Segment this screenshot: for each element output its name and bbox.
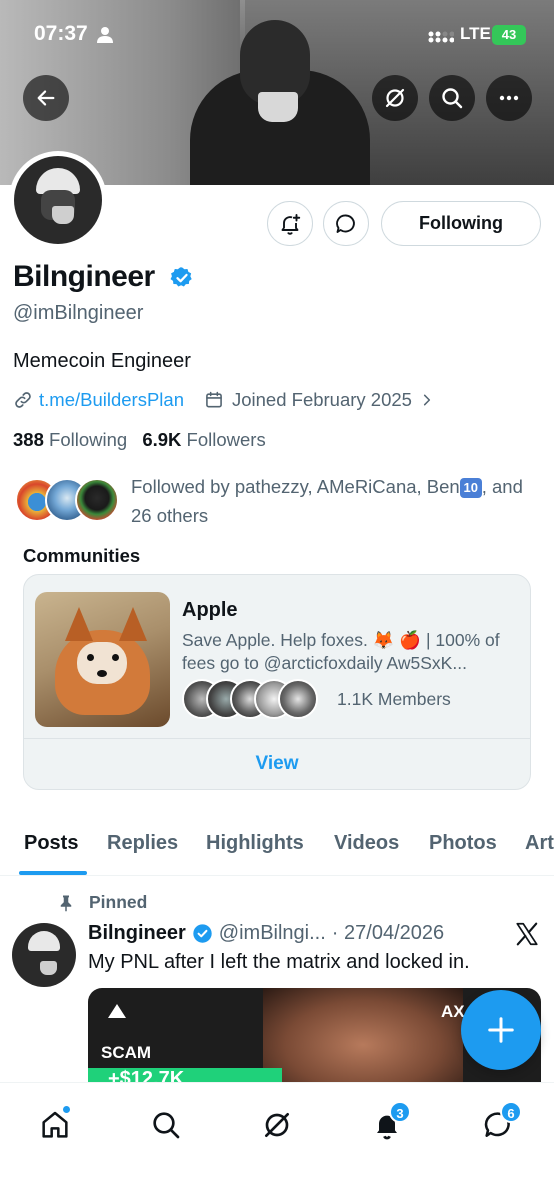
avatar-image — [14, 156, 102, 244]
tab-posts[interactable]: Posts — [24, 832, 78, 855]
community-card[interactable]: Apple Save Apple. Help foxes. 🦊 🍎 | 100%… — [23, 574, 531, 790]
media-face — [263, 988, 463, 1083]
media-pnl-amount: +$12.7K — [108, 1068, 185, 1083]
profile-bio: Memecoin Engineer — [13, 350, 191, 372]
profile-tabs: Posts Replies Highlights Videos Photos A… — [0, 818, 554, 876]
profile-avatar[interactable] — [9, 151, 107, 249]
notify-button[interactable] — [267, 201, 313, 246]
home-unread-dot — [62, 1105, 71, 1114]
status-bar: 07:37 LTE 43 — [0, 0, 554, 70]
nav-messages[interactable]: 6 — [474, 1101, 522, 1149]
search-icon — [442, 88, 463, 109]
banner-cup — [258, 92, 298, 122]
triangle-icon — [108, 1004, 126, 1018]
nav-search[interactable] — [142, 1101, 190, 1149]
nav-grok[interactable] — [253, 1101, 301, 1149]
tab-highlights[interactable]: Highlights — [206, 832, 304, 855]
active-tab-indicator — [19, 871, 87, 875]
verified-badge-icon — [170, 267, 192, 287]
profile-link[interactable]: t.me/BuildersPlan — [39, 389, 184, 411]
message-button[interactable] — [323, 201, 369, 246]
bell-plus-icon — [281, 213, 301, 235]
plus-icon — [488, 1017, 514, 1043]
tab-articles[interactable]: Art — [525, 832, 554, 855]
network-type: LTE — [460, 24, 491, 43]
grok-button[interactable] — [372, 75, 418, 121]
link-icon — [15, 392, 31, 408]
signal-icon — [428, 31, 454, 43]
nav-home[interactable] — [31, 1101, 79, 1149]
community-members-count: 1.1K Members — [337, 689, 451, 709]
follow-counts: 388 Following 6.9K Followers — [13, 429, 266, 451]
search-button[interactable] — [429, 75, 475, 121]
profile-name: Bilngineer — [13, 260, 155, 293]
media-label-right: AX — [441, 1002, 465, 1021]
communities-title: Communities — [23, 545, 141, 566]
media-label-left: SCAM — [101, 1043, 152, 1062]
x-logo-icon[interactable] — [514, 921, 540, 947]
post-author-avatar[interactable] — [12, 923, 76, 987]
community-image — [35, 592, 170, 727]
following-count-link[interactable]: 388 Following — [13, 429, 127, 450]
pinned-indicator: Pinned — [57, 892, 147, 913]
following-button[interactable]: Following — [381, 201, 541, 246]
profile-meta: t.me/BuildersPlan Joined February 2025 — [13, 389, 434, 411]
tab-replies[interactable]: Replies — [107, 832, 178, 855]
grok-icon — [385, 88, 405, 108]
tab-videos[interactable]: Videos — [334, 832, 399, 855]
view-community-button[interactable]: View — [24, 739, 530, 789]
status-time: 07:37 — [34, 22, 88, 45]
post-text: My PNL after I left the matrix and locke… — [88, 951, 470, 973]
post-author-handle[interactable]: @imBilngi... — [219, 922, 326, 945]
search-icon — [153, 1112, 180, 1139]
post-author-name[interactable]: Bilngineer — [88, 922, 186, 945]
keycap-ten-emoji: 10 — [459, 478, 482, 499]
pin-icon — [60, 895, 72, 911]
community-name: Apple — [182, 599, 238, 621]
followed-by-text[interactable]: Followed by pathezzy, AMeRiCana, Ben 10, … — [131, 472, 541, 530]
nav-notifications[interactable]: 3 — [363, 1101, 411, 1149]
person-icon — [97, 27, 113, 43]
avatar — [278, 679, 318, 719]
post-header: Bilngineer @imBilngi... · 27/04/2026 — [88, 922, 444, 945]
message-bubble-icon — [336, 214, 355, 233]
followers-count-link[interactable]: 6.9K Followers — [142, 429, 265, 450]
more-icon — [499, 95, 519, 101]
battery-indicator: 43 — [492, 25, 526, 45]
grok-icon — [265, 1113, 289, 1137]
community-description: Save Apple. Help foxes. 🦊 🍎 | 100% of fe… — [182, 630, 500, 673]
tab-photos[interactable]: Photos — [429, 832, 497, 855]
messages-badge: 6 — [500, 1101, 522, 1123]
compose-button[interactable] — [461, 990, 541, 1070]
profile-handle: @imBilngineer — [13, 302, 144, 324]
more-button[interactable] — [486, 75, 532, 121]
notifications-badge: 3 — [389, 1101, 411, 1123]
avatar — [75, 478, 119, 522]
joined-date: Joined February 2025 — [231, 389, 412, 410]
post-date: · 27/04/2026 — [331, 922, 445, 944]
verified-badge-icon — [193, 924, 212, 943]
calendar-icon — [206, 391, 222, 408]
followed-by-avatars[interactable] — [15, 478, 125, 524]
community-member-avatars — [182, 679, 332, 721]
bottom-navigation: 3 6 — [0, 1082, 554, 1200]
back-button[interactable] — [23, 75, 69, 121]
arrow-left-icon — [37, 90, 55, 106]
chevron-right-icon[interactable] — [420, 393, 434, 407]
